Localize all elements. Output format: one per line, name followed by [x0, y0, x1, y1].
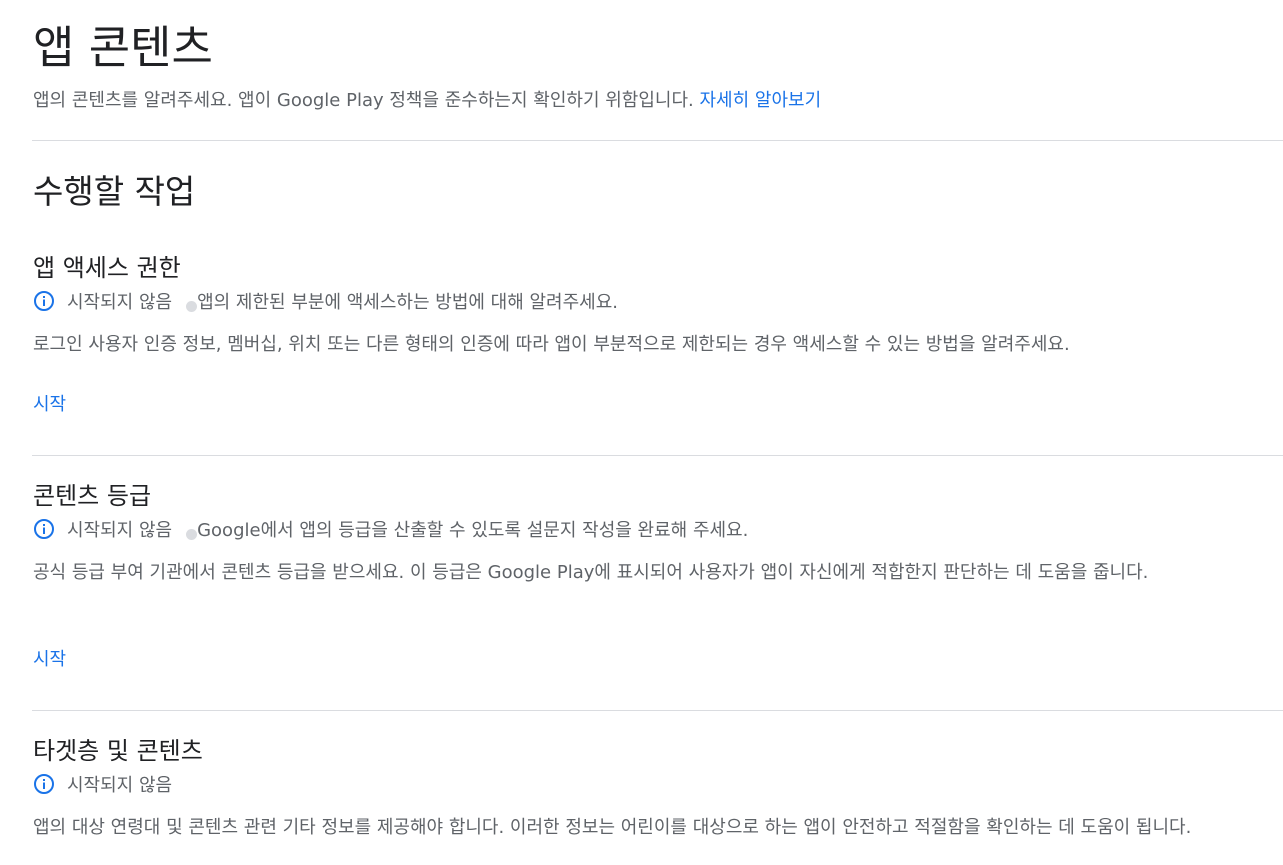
task-title: 콘텐츠 등급	[33, 482, 152, 510]
task-content-rating: 콘텐츠 등급 시작되지 않음 Google에서 앱의 등급을 산출할 수 있도록…	[33, 480, 1273, 690]
status-description: 앱의 제한된 부분에 액세스하는 방법에 대해 알려주세요.	[197, 292, 619, 313]
task-status-row: 시작되지 않음 Google에서 앱의 등급을 산출할 수 있도록 설문지 작성…	[33, 516, 748, 542]
task-title: 타겟층 및 콘텐츠	[33, 737, 203, 765]
divider	[32, 140, 1283, 141]
start-link[interactable]: 시작	[33, 647, 66, 673]
task-description: 공식 등급 부여 기관에서 콘텐츠 등급을 받으세요. 이 등급은 Google…	[33, 562, 1149, 583]
status-text: 시작되지 않음	[67, 520, 173, 541]
status-dot	[186, 300, 198, 312]
section-title: 수행할 작업	[33, 172, 196, 211]
info-icon	[33, 518, 55, 540]
info-icon	[33, 290, 55, 312]
page-title: 앱 콘텐츠	[33, 21, 213, 74]
divider	[32, 455, 1283, 456]
task-app-access: 앱 액세스 권한 시작되지 않음 앱의 제한된 부분에 액세스하는 방법에 대해…	[33, 252, 1273, 432]
page-description-text: 앱의 콘텐츠를 알려주세요. 앱이 Google Play 정책을 준수하는지 …	[33, 90, 694, 111]
task-target-audience: 타겟층 및 콘텐츠 시작되지 않음 앱의 대상 연령대 및 콘텐츠 관련 기타 …	[33, 735, 1273, 865]
task-description: 앱의 대상 연령대 및 콘텐츠 관련 기타 정보를 제공해야 합니다. 이러한 …	[33, 817, 1192, 838]
task-status-row: 시작되지 않음 앱의 제한된 부분에 액세스하는 방법에 대해 알려주세요.	[33, 288, 618, 314]
start-link[interactable]: 시작	[33, 392, 66, 418]
status-description: Google에서 앱의 등급을 산출할 수 있도록 설문지 작성을 완료해 주세…	[197, 520, 749, 541]
task-description: 로그인 사용자 인증 정보, 멤버십, 위치 또는 다른 형태의 인증에 따라 …	[33, 334, 1070, 355]
info-icon	[33, 773, 55, 795]
divider	[32, 710, 1283, 711]
status-text: 시작되지 않음	[67, 292, 173, 313]
task-title: 앱 액세스 권한	[33, 254, 181, 282]
status-dot	[186, 528, 198, 540]
task-status-row: 시작되지 않음	[33, 771, 172, 797]
status-text: 시작되지 않음	[67, 775, 173, 796]
learn-more-link[interactable]: 자세히 알아보기	[699, 90, 821, 111]
page-description: 앱의 콘텐츠를 알려주세요. 앱이 Google Play 정책을 준수하는지 …	[33, 88, 821, 114]
